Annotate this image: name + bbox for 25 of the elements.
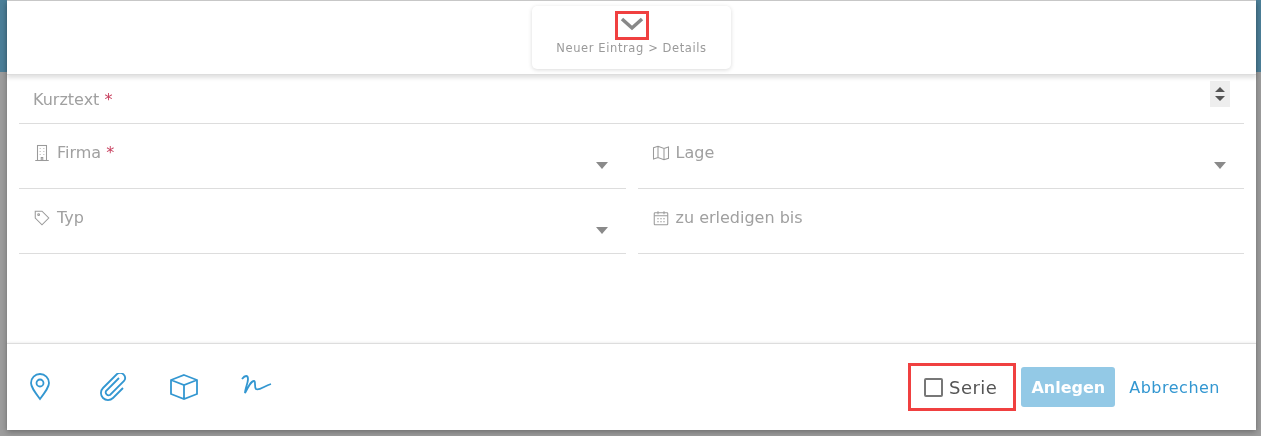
section-tab[interactable]: Neuer Eintrag > Details: [532, 6, 731, 69]
field-label: Kurztext: [33, 90, 100, 109]
calendar-icon: [651, 209, 670, 227]
select-field[interactable]: Typ: [19, 189, 626, 254]
caret-icon: [595, 162, 608, 169]
field-label: Firma: [57, 143, 102, 162]
highlight-frame: [615, 11, 649, 40]
caret-icon: [1214, 162, 1226, 169]
field-label: zu erledigen bis: [675, 208, 803, 227]
field-label: Typ: [57, 208, 84, 227]
select-field[interactable]: Firma *: [19, 124, 626, 189]
input-field[interactable]: Kurztext *: [19, 81, 1244, 124]
date-field[interactable]: zu erledigen bis: [637, 189, 1244, 254]
building-icon: [33, 144, 51, 162]
tag-icon: [33, 209, 51, 227]
series-checkbox[interactable]: Serie: [923, 376, 998, 398]
caret-icon: [595, 227, 608, 234]
chevron-down-icon[interactable]: [619, 17, 644, 31]
cancel-link[interactable]: Abbrechen: [1129, 377, 1220, 397]
field-label: Lage: [675, 143, 715, 162]
map-icon: [651, 144, 670, 162]
required-mark: *: [104, 90, 113, 109]
resize-handle-icon[interactable]: [1210, 81, 1230, 107]
select-field[interactable]: Lage: [637, 124, 1244, 189]
required-mark: *: [106, 143, 115, 162]
